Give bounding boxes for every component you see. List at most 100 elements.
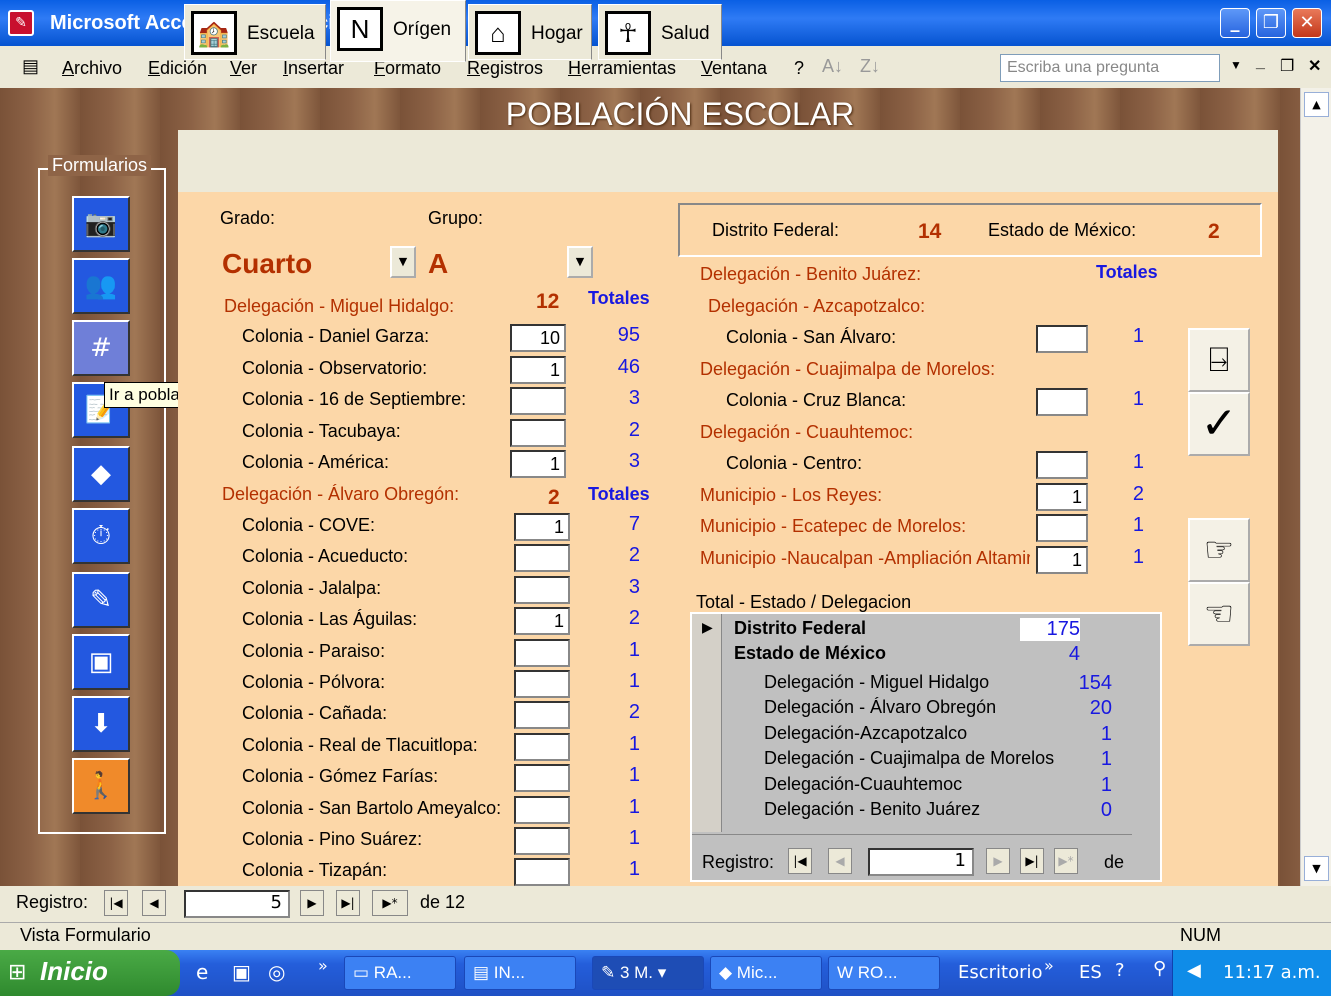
grado-combo-value[interactable]: Cuarto (222, 248, 312, 280)
network-icon[interactable]: ⚲ (1153, 958, 1166, 979)
exit-door-icon[interactable]: ⍈ (1188, 328, 1250, 392)
count-input[interactable]: 1 (1036, 545, 1088, 574)
menu-archivo[interactable]: Archivo (62, 58, 122, 79)
row-total: 1 (1132, 451, 1144, 473)
mdi-close-button[interactable]: ✕ (1308, 56, 1321, 76)
colonia-count-input[interactable]: 10 (510, 324, 566, 352)
count-input[interactable]: 1 (1036, 482, 1088, 511)
estado-name: Estado de México (734, 643, 887, 663)
new-record-icon[interactable]: ▶* (372, 890, 408, 916)
minimize-button[interactable]: _ (1220, 8, 1250, 38)
students-group-icon[interactable]: 👥 (72, 258, 130, 314)
grado-dropdown-icon[interactable]: ▼ (390, 246, 416, 278)
media-quicklaunch-icon[interactable]: ◎ (268, 960, 285, 984)
pencil-icon[interactable]: ✎ (72, 572, 130, 628)
start-label: Inicio (40, 956, 108, 986)
start-button[interactable]: Inicio (0, 950, 180, 996)
scroll-up-icon[interactable]: ▲ (1304, 92, 1329, 117)
menu-ventana[interactable]: Ventana (701, 58, 767, 79)
colonia-count-input[interactable]: 1 (510, 450, 566, 478)
first-record-icon[interactable]: |◀ (788, 848, 812, 874)
taskbar-item-ra[interactable]: ▭ RA... (344, 956, 456, 990)
ask-dropdown-icon[interactable]: ▼ (1230, 58, 1242, 72)
first-record-icon[interactable]: |◀ (104, 890, 128, 916)
prev-record-icon[interactable]: ◀ (142, 890, 166, 916)
menu-edicion[interactable]: Edición (148, 58, 207, 79)
count-input[interactable] (1036, 388, 1088, 416)
sort-ascending-icon[interactable]: A↓ (822, 56, 843, 77)
mdi-minimize-button[interactable]: _ (1256, 54, 1265, 72)
taskbar-item-ro[interactable]: W RO... (828, 956, 940, 990)
language-indicator[interactable]: ES (1079, 962, 1102, 983)
point-left-icon[interactable]: ☜ (1188, 582, 1250, 646)
sort-descending-icon[interactable]: Z↓ (860, 56, 880, 77)
tray-collapse-icon[interactable]: ◀ (1187, 960, 1201, 981)
next-record-icon[interactable]: ▶ (986, 848, 1010, 874)
form-menu-icon[interactable]: ▤ (22, 56, 39, 77)
count-input[interactable] (1036, 325, 1088, 353)
close-button[interactable]: ✕ (1292, 8, 1322, 38)
row-total: 1 (1132, 514, 1144, 536)
deleg-miguel-hidalgo-label: Delegación - Miguel Hidalgo: (224, 296, 455, 316)
tab-salud[interactable]: ☥ Salud (598, 4, 722, 60)
access-app-icon[interactable]: ✎ (8, 10, 34, 36)
subform-record-number[interactable]: 1 (868, 848, 974, 876)
population-hash-icon[interactable]: # (72, 320, 130, 376)
colonia-count-input[interactable] (514, 638, 570, 667)
id-card-icon[interactable]: ▣ (72, 634, 130, 690)
tab-origen[interactable]: N Orígen (330, 0, 466, 62)
colonia-count-input[interactable] (514, 764, 570, 793)
checkmark-icon[interactable]: ✓ (1188, 392, 1250, 456)
last-record-icon[interactable]: ▶| (336, 890, 360, 916)
count-input[interactable] (1036, 451, 1088, 479)
vertical-scrollbar[interactable]: ▲ ▼ (1300, 88, 1331, 886)
point-right-icon[interactable]: ☞ (1188, 518, 1250, 582)
colonia-count-input[interactable] (514, 575, 570, 604)
desktop-toolbar-label[interactable]: Escritorio (958, 962, 1043, 983)
quicklaunch-more-icon[interactable]: » (318, 956, 328, 975)
grupo-dropdown-icon[interactable]: ▼ (567, 246, 593, 278)
download-arrow-icon[interactable]: ⬇ (72, 696, 130, 752)
colonia-count-input[interactable] (510, 418, 566, 447)
new-record-icon[interactable]: ▶* (1054, 848, 1078, 874)
shapes-icon[interactable]: ◆ (72, 446, 130, 502)
mdi-restore-button[interactable]: ❐ (1280, 56, 1294, 76)
ask-question-input[interactable]: Escriba una pregunta (1000, 54, 1220, 82)
grupo-combo-value[interactable]: A (428, 248, 448, 280)
next-record-icon[interactable]: ▶ (300, 890, 324, 916)
school-camera-icon[interactable]: 📷 (72, 196, 130, 252)
menu-ver[interactable]: Ver (230, 58, 257, 79)
colonia-count-input[interactable] (514, 701, 570, 730)
tab-escuela[interactable]: 🏫 Escuela (184, 4, 326, 60)
colonia-count-input[interactable] (514, 670, 570, 698)
toolbar-more-icon[interactable]: » (1044, 956, 1054, 975)
colonia-count-input[interactable] (510, 387, 566, 415)
desktop-quicklaunch-icon[interactable]: ▣ (232, 960, 251, 984)
exit-person-icon[interactable]: 🚶 (72, 758, 130, 814)
count-input[interactable] (1036, 514, 1088, 542)
colonia-count-input[interactable] (514, 827, 570, 855)
tab-hogar[interactable]: ⌂ Hogar (468, 4, 592, 60)
restore-button[interactable]: ❐ (1256, 8, 1286, 38)
menu-help[interactable]: ? (794, 58, 804, 79)
stopwatch-icon[interactable]: ⏱ (72, 508, 130, 564)
menu-registros[interactable]: Registros (467, 58, 543, 79)
menu-herramientas[interactable]: Herramientas (568, 58, 676, 79)
taskbar-item-mic[interactable]: ◆ Mic... (710, 956, 822, 990)
colonia-count-input[interactable] (514, 858, 570, 887)
help-icon[interactable]: ? (1115, 960, 1125, 981)
last-record-icon[interactable]: ▶| (1020, 848, 1044, 874)
colonia-count-input[interactable] (514, 732, 570, 761)
colonia-count-input[interactable] (514, 544, 570, 573)
record-number-input[interactable]: 5 (184, 890, 290, 918)
ie-quicklaunch-icon[interactable]: e (196, 960, 208, 984)
scroll-down-icon[interactable]: ▼ (1304, 856, 1329, 881)
prev-record-icon[interactable]: ◀ (828, 848, 852, 874)
colonia-count-input[interactable]: 1 (514, 607, 570, 636)
colonia-count-input[interactable] (514, 795, 570, 824)
record-selector[interactable]: ▶ (692, 614, 722, 832)
colonia-count-input[interactable]: 1 (514, 513, 570, 541)
colonia-count-input[interactable]: 1 (510, 355, 566, 384)
taskbar-item-access[interactable]: ✎ 3 M. ▾ (592, 956, 704, 990)
taskbar-item-in[interactable]: ▤ IN... (464, 956, 576, 990)
